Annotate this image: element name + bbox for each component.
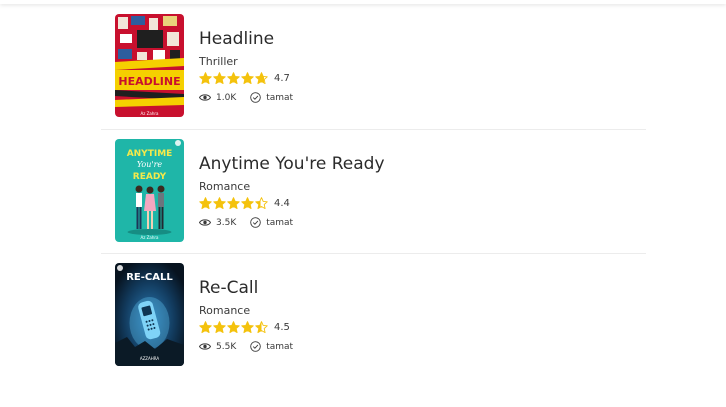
cover-title-line3: READY — [133, 172, 167, 182]
rating-value: 4.7 — [274, 72, 290, 84]
book-title[interactable]: Re-Call — [199, 278, 258, 298]
cover-author-text: Az Zahra — [141, 235, 159, 240]
star-icon — [213, 71, 226, 84]
star-icon — [255, 71, 268, 84]
rating-row: 4.5 — [199, 320, 290, 334]
star-icon — [255, 320, 268, 333]
star-icon — [227, 196, 240, 209]
book-genre: Thriller — [199, 55, 238, 68]
meta-row: 3.5K tamat — [199, 217, 293, 228]
cover-title-line1: ANYTIME — [127, 149, 173, 159]
book-genre: Romance — [199, 304, 251, 317]
star-icon — [241, 196, 254, 209]
book-cover-headline[interactable]: HEADLINE Az Zahra — [115, 14, 184, 117]
eye-icon — [199, 93, 211, 102]
eye-icon — [199, 218, 211, 227]
star-icon — [199, 320, 212, 333]
star-icon — [213, 320, 226, 333]
star-icon — [227, 71, 240, 84]
check-circle-icon — [250, 217, 261, 228]
rating-row: 4.4 — [199, 196, 290, 210]
book-title[interactable]: Anytime You're Ready — [199, 154, 385, 174]
views-count: 1.0K — [216, 92, 237, 103]
views-count: 5.5K — [216, 341, 237, 352]
rating-value: 4.4 — [274, 197, 290, 209]
status-label: tamat — [266, 341, 294, 352]
rating-row: 4.7 — [199, 71, 290, 85]
star-icon — [227, 320, 240, 333]
top-bar — [0, 0, 726, 4]
book-cover-anytime-youre-ready[interactable]: ANYTIME You're READY Az Zahra — [115, 139, 184, 242]
star-icon — [213, 196, 226, 209]
book-cover-re-call[interactable]: RE-CALL AZZAHRA — [115, 263, 184, 366]
book-title[interactable]: Headline — [199, 29, 274, 49]
star-rating — [199, 71, 268, 85]
cover-author-text: Az Zahra — [141, 111, 159, 116]
star-icon — [241, 71, 254, 84]
cover-title-text: RE-CALL — [126, 272, 173, 283]
meta-row: 5.5K tamat — [199, 341, 293, 352]
book-genre: Romance — [199, 180, 251, 193]
views-count: 3.5K — [216, 217, 237, 228]
check-circle-icon — [250, 341, 261, 352]
cover-author-text: AZZAHRA — [140, 356, 160, 361]
star-icon — [199, 71, 212, 84]
star-rating — [199, 196, 268, 210]
star-rating — [199, 320, 268, 334]
cover-title-line2: You're — [137, 160, 163, 169]
status-label: tamat — [266, 92, 294, 103]
status-label: tamat — [266, 217, 294, 228]
check-circle-icon — [250, 92, 261, 103]
meta-row: 1.0K tamat — [199, 92, 293, 103]
book-item-re-call[interactable]: RE-CALL AZZAHRA Re-Call Romance 4.5 5.5K… — [101, 253, 646, 378]
rating-value: 4.5 — [274, 321, 290, 333]
star-icon — [241, 320, 254, 333]
book-item-headline[interactable]: HEADLINE Az Zahra Headline Thriller 4.7 … — [101, 5, 646, 129]
star-icon — [255, 196, 268, 209]
eye-icon — [199, 342, 211, 351]
cover-title-text: HEADLINE — [118, 75, 180, 88]
book-item-anytime-youre-ready[interactable]: ANYTIME You're READY Az Zahra Anytime Yo… — [101, 129, 646, 254]
star-icon — [199, 196, 212, 209]
